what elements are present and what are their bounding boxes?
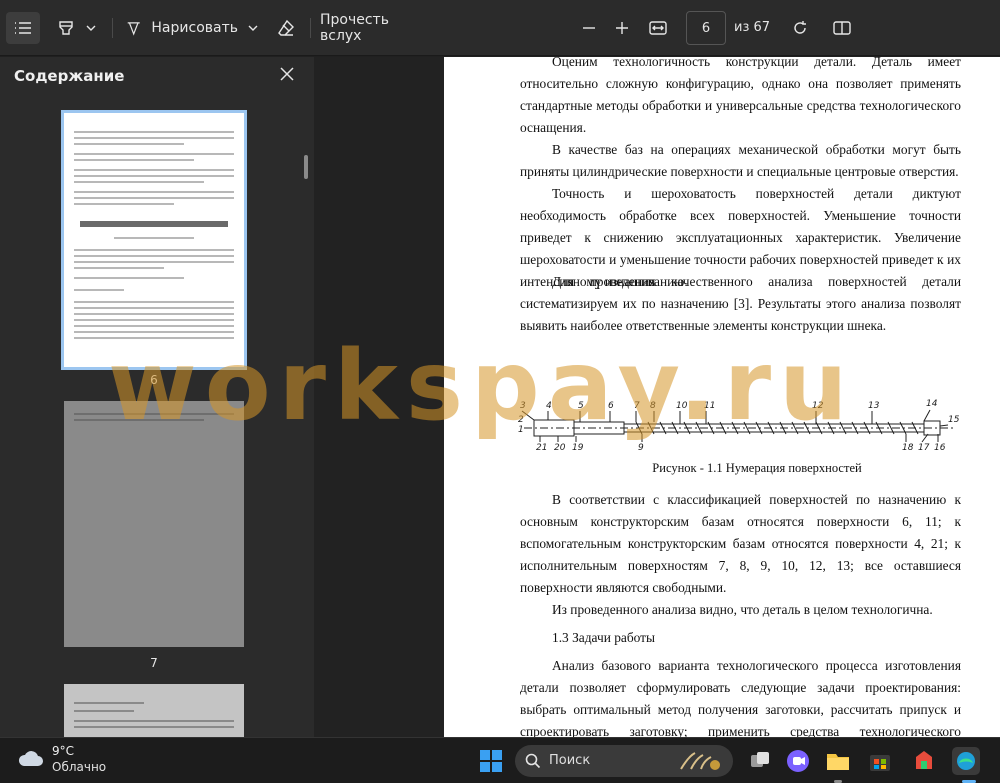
read-aloud-label: Прочесть вслух [320,12,389,44]
file-explorer-icon[interactable] [824,747,852,775]
figure-label: 17 [918,443,930,453]
plus-icon [616,22,628,34]
toolbar: Нарисовать Прочесть вслух из 67 [0,0,1000,56]
windows-start-icon[interactable] [477,747,505,775]
highlighter-icon [59,21,73,35]
figure-label: 9 [638,443,644,453]
page-number-input[interactable] [686,11,726,45]
zoom-out-button[interactable] [575,12,603,44]
paragraph: Для проведения качественного анализа пов… [520,274,961,333]
minus-icon [583,27,595,29]
paragraph: Оценим технологичность конструкции детал… [520,57,961,135]
rotate-icon [794,21,806,34]
figure-label: 14 [926,399,938,409]
close-icon [280,67,294,81]
eraser-icon [278,19,294,36]
eraser-button[interactable] [272,12,300,44]
edge-browser-icon[interactable] [952,747,980,775]
section-heading: 1.3 Задачи работы [552,630,656,645]
draw-label: Нарисовать [151,20,238,36]
page-thumbnail[interactable] [64,401,244,647]
cloud-icon[interactable] [18,748,44,768]
figure-label: 1 [518,425,524,435]
figure-caption: Рисунок - 1.1 Нумерация поверхностей [652,461,862,475]
page-total-label: из 67 [734,20,771,35]
rotate-button[interactable] [786,12,814,44]
figure-label: 18 [902,443,914,453]
search-highlight-image [680,752,720,770]
app-icon[interactable] [910,747,938,775]
paragraph: Анализ базового варианта технологическог… [520,658,961,737]
read-aloud-button[interactable]: Прочесть вслух [320,12,426,44]
figure-label: 2 [518,415,524,425]
taskbar: 9°C Облачно Поиск [0,737,1000,783]
figure-label: 11 [704,401,715,411]
figure-label: 6 [608,401,614,411]
paragraph: В соответствии с классификацией поверхно… [520,492,961,595]
sidebar-title: Содержание [14,67,125,85]
figure-label: 8 [650,401,656,411]
fit-width-icon [649,21,667,35]
search-label: Поиск [549,753,591,768]
toolbar-divider [112,18,113,38]
close-sidebar-button[interactable] [276,63,298,85]
part-drawing-figure: 3 4 5 6 7 8 10 11 12 13 14 2 1 21 20 19 … [518,399,960,453]
thumbnail-page-number: 6 [150,373,158,387]
weather-temperature[interactable]: 9°C [52,744,74,758]
pen-icon [127,22,140,36]
figure-label: 21 [536,443,547,453]
table-of-contents-button[interactable] [6,12,40,44]
search-icon [525,753,541,769]
figure-label: 4 [546,401,552,411]
zoom-in-button[interactable] [608,12,636,44]
weather-description[interactable]: Облачно [52,760,106,774]
toolbar-divider [310,18,311,38]
highlight-dropdown-button[interactable] [82,12,100,44]
two-page-icon [833,21,851,35]
sidebar-scrollbar[interactable] [304,155,308,179]
thumbnail-page-number: 7 [150,656,158,670]
highlight-button[interactable] [52,12,80,44]
document-viewport[interactable]: Оценим технологичность конструкции детал… [314,57,1000,737]
microsoft-store-icon[interactable] [866,747,894,775]
figure-label: 3 [520,401,526,411]
figure-label: 7 [634,401,640,411]
figure-label: 15 [948,415,960,425]
figure-label: 12 [812,401,824,411]
task-view-icon[interactable] [746,747,774,775]
figure-label: 5 [578,401,584,411]
teams-chat-icon[interactable] [784,747,812,775]
draw-button[interactable]: Нарисовать [126,12,238,44]
page-thumbnail[interactable] [64,684,244,737]
figure-label: 10 [676,401,688,411]
figure-label: 16 [934,443,946,453]
chevron-down-icon [86,25,96,31]
sidebar-panel: Содержание 6 7 [0,57,314,737]
paragraph: Из проведенного анализа видно, что детал… [552,602,933,617]
page-thumbnail[interactable] [61,110,247,370]
document-page: Оценим технологичность конструкции детал… [444,57,1000,737]
chevron-down-icon [248,25,258,31]
paragraph: В качестве баз на операциях механической… [520,142,961,179]
figure-label: 20 [554,443,566,453]
list-icon [15,22,31,34]
page-view-button[interactable] [828,12,856,44]
figure-label: 13 [868,401,880,411]
draw-dropdown-button[interactable] [244,12,262,44]
figure-label: 19 [572,443,584,453]
fit-page-button[interactable] [643,12,673,44]
taskbar-search-box[interactable]: Поиск [515,745,733,777]
